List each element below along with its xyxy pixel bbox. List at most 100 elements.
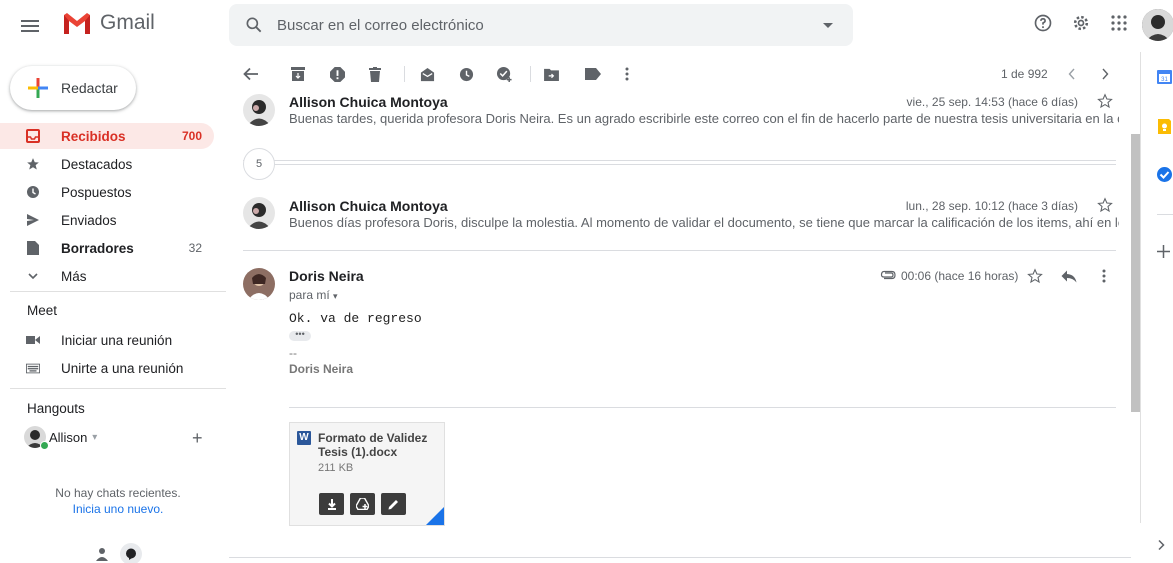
nav-item-snoozed[interactable]: Pospuestos <box>0 179 214 205</box>
divider <box>10 388 226 389</box>
bottom-divider <box>229 557 1131 558</box>
inbox-icon <box>26 129 40 143</box>
nav-item-sent[interactable]: Enviados <box>0 207 214 233</box>
label-tag-icon[interactable] <box>583 64 603 84</box>
main-menu-button[interactable] <box>10 6 50 46</box>
contacts-person-icon[interactable] <box>96 547 108 563</box>
hangouts-user[interactable]: Allison ▾ <box>24 426 98 450</box>
toolbar-separator <box>530 66 531 82</box>
attachment-corner-fold <box>426 507 444 525</box>
sender-avatar <box>243 94 275 126</box>
message-snippet: Buenos días profesora Doris, disculpe la… <box>289 215 1119 230</box>
help-icon[interactable] <box>1031 11 1055 35</box>
clock-icon <box>26 185 40 199</box>
collapsed-messages-count[interactable]: 5 <box>243 148 275 180</box>
expand-side-panel-icon[interactable] <box>1156 538 1173 555</box>
archive-icon[interactable] <box>288 64 308 84</box>
edit-button[interactable] <box>381 493 406 515</box>
search-icon[interactable] <box>244 15 264 35</box>
nav-label: Borradores <box>61 240 134 256</box>
nav-item-inbox[interactable]: Recibidos 700 <box>0 123 214 149</box>
attachment-name: Formato de Validez Tesis (1).docx <box>318 431 428 459</box>
meet-label: Iniciar una reunión <box>61 332 173 348</box>
message-date: vie., 25 sep. 14:53 (hace 6 días) <box>906 95 1078 109</box>
divider <box>10 291 226 292</box>
apps-grid-icon[interactable] <box>1107 11 1131 35</box>
show-trimmed-content-button[interactable]: ••• <box>289 330 311 341</box>
delete-trash-icon[interactable] <box>365 64 385 84</box>
meet-new-meeting[interactable]: Iniciar una reunión <box>0 327 214 353</box>
hangouts-username: Allison <box>49 429 88 445</box>
hamburger-icon <box>21 20 39 32</box>
message-date: 00:06 (hace 16 horas) <box>901 269 1019 283</box>
side-panel-border <box>1140 52 1141 523</box>
start-new-chat-link[interactable]: Inicia uno nuevo. <box>0 502 236 516</box>
search-input[interactable] <box>277 4 797 46</box>
account-avatar[interactable] <box>1142 9 1173 41</box>
gmail-logo[interactable]: Gmail <box>62 11 155 35</box>
star-icon[interactable] <box>1097 197 1113 213</box>
collapsed-divider <box>243 164 1116 165</box>
keep-notes-icon[interactable] <box>1156 118 1173 135</box>
message-more-icon[interactable] <box>1102 269 1106 283</box>
no-chats-text: No hay chats recientes. <box>55 486 181 500</box>
compose-button[interactable]: Redactar <box>10 66 136 110</box>
nav-label: Más <box>61 268 87 284</box>
caret-down-icon: ▾ <box>92 431 98 443</box>
send-icon <box>26 213 40 227</box>
keyboard-icon <box>26 361 40 375</box>
nav-label: Pospuestos <box>61 184 132 200</box>
sender-avatar <box>243 197 275 229</box>
nav-label: Enviados <box>61 212 117 228</box>
nav-item-drafts[interactable]: Borradores 32 <box>0 235 214 261</box>
meet-join-meeting[interactable]: Unirte a una reunión <box>0 355 214 381</box>
attachment-divider <box>289 407 1116 408</box>
chevron-down-icon <box>26 269 40 283</box>
signature-separator: -- <box>289 346 297 360</box>
attachment-card[interactable]: W Formato de Validez Tesis (1).docx 211 … <box>289 422 445 526</box>
nav-item-more[interactable]: Más <box>0 263 214 289</box>
collapsed-divider <box>243 160 1116 161</box>
snooze-clock-icon[interactable] <box>456 64 476 84</box>
nav-item-starred[interactable]: Destacados <box>0 151 214 177</box>
report-spam-icon[interactable] <box>327 64 347 84</box>
search-bar <box>229 4 853 46</box>
meet-label: Unirte a una reunión <box>61 360 184 376</box>
download-button[interactable] <box>319 493 344 515</box>
chevron-left-icon[interactable] <box>1062 64 1082 84</box>
reply-icon[interactable] <box>1061 270 1077 283</box>
mark-unread-icon[interactable] <box>417 64 437 84</box>
nav-label: Destacados <box>61 156 133 172</box>
svg-text:31: 31 <box>1161 77 1168 83</box>
message-snippet: Buenas tardes, querida profesora Doris N… <box>289 111 1119 126</box>
online-status-dot <box>40 441 49 450</box>
save-to-drive-button[interactable] <box>350 493 375 515</box>
hangouts-chat-icon[interactable] <box>120 543 142 563</box>
star-icon <box>26 157 40 171</box>
calendar-icon[interactable]: 31 <box>1156 68 1173 85</box>
sender-avatar <box>243 268 275 300</box>
message-divider <box>243 250 1116 251</box>
side-panel-divider <box>1157 214 1173 215</box>
recipient-details[interactable]: para mí ▾ <box>289 288 338 302</box>
get-addons-plus-icon[interactable] <box>1156 244 1173 261</box>
chevron-right-icon[interactable] <box>1095 64 1115 84</box>
more-options-icon[interactable] <box>617 64 637 84</box>
add-to-tasks-icon[interactable] <box>494 64 514 84</box>
hangouts-section-title: Hangouts <box>27 401 85 416</box>
tasks-icon[interactable] <box>1156 166 1173 183</box>
toolbar-separator <box>404 66 405 82</box>
new-chat-plus-icon[interactable]: + <box>192 428 203 449</box>
star-icon[interactable] <box>1097 93 1113 109</box>
star-icon[interactable] <box>1027 268 1043 284</box>
drive-icon <box>356 498 369 510</box>
nav-count: 32 <box>188 241 202 255</box>
sender-name: Allison Chuica Montoya <box>289 94 448 110</box>
move-to-folder-icon[interactable] <box>541 64 561 84</box>
download-icon <box>327 498 336 510</box>
back-arrow-icon[interactable] <box>241 64 261 84</box>
pencil-icon <box>388 499 398 509</box>
settings-gear-icon[interactable] <box>1069 11 1093 35</box>
gmail-m-icon <box>64 12 90 34</box>
search-options-icon[interactable] <box>823 23 833 28</box>
